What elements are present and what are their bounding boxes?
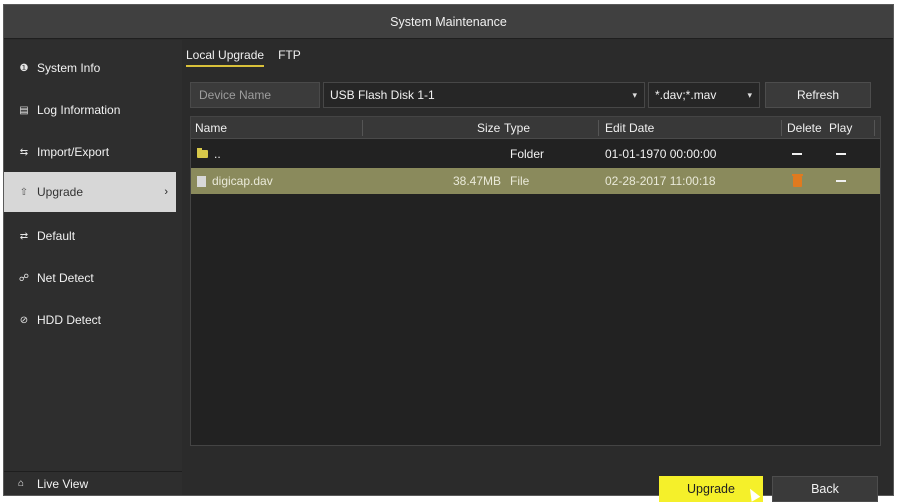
row-name-cell: digicap.dav xyxy=(197,168,273,194)
sidebar-item-upgrade[interactable]: ⇧ Upgrade › xyxy=(4,172,176,212)
device-name-value: USB Flash Disk 1-1 xyxy=(330,88,435,102)
sidebar-item-label: Log Information xyxy=(37,103,121,117)
main-panel: Local Upgrade FTP Device Name USB Flash … xyxy=(182,40,893,502)
chevron-down-icon: ▾ xyxy=(747,89,752,100)
sidebar-item-import-export[interactable]: ⇆ Import/Export xyxy=(4,132,176,172)
column-divider xyxy=(362,120,363,136)
tab-ftp[interactable]: FTP xyxy=(278,48,301,67)
trash-icon xyxy=(792,173,803,187)
row-type: File xyxy=(510,174,530,188)
chevron-right-icon: › xyxy=(164,186,168,198)
column-divider xyxy=(598,120,599,136)
device-controls: Device Name USB Flash Disk 1-1 ▾ *.dav;*… xyxy=(190,82,878,108)
column-header-play[interactable]: Play xyxy=(829,117,852,139)
sidebar-item-log-information[interactable]: ▤ Log Information xyxy=(4,90,176,130)
column-divider xyxy=(874,120,875,136)
hdd-detect-icon: ⊘ xyxy=(19,314,29,326)
sidebar-item-default[interactable]: ⇄ Default xyxy=(4,216,176,256)
sidebar-item-label: Import/Export xyxy=(37,145,110,159)
file-list[interactable]: Name Size Type Edit Date Delete Play .. … xyxy=(190,116,881,446)
column-header-delete[interactable]: Delete xyxy=(787,117,822,139)
column-divider xyxy=(781,120,782,136)
sidebar-item-label: HDD Detect xyxy=(37,313,102,327)
upgrade-icon: ⇧ xyxy=(19,186,29,198)
row-name: .. xyxy=(214,147,221,161)
back-button[interactable]: Back xyxy=(772,476,878,502)
file-list-header: Name Size Type Edit Date Delete Play xyxy=(191,117,880,139)
row-type: Folder xyxy=(510,147,545,161)
row-edit-date: 02-28-2017 11:00:18 xyxy=(605,174,716,188)
column-header-type[interactable]: Type xyxy=(504,117,530,139)
log-icon: ▤ xyxy=(19,104,29,116)
row-size xyxy=(441,141,501,167)
sidebar-item-net-detect[interactable]: ☍ Net Detect xyxy=(4,258,176,298)
row-size: 38.47MB xyxy=(452,174,501,188)
sidebar-item-hdd-detect[interactable]: ⊘ HDD Detect xyxy=(4,300,176,340)
refresh-button[interactable]: Refresh xyxy=(765,82,871,108)
row-name-cell: .. xyxy=(197,141,221,167)
system-maintenance-window: System Maintenance ❶ System Info ▤ Log I… xyxy=(3,4,894,502)
home-icon: ⌂ xyxy=(18,478,25,489)
table-row[interactable]: .. Folder 01-01-1970 00:00:00 xyxy=(191,141,880,167)
live-view-label: Live View xyxy=(37,476,89,491)
import-export-icon: ⇆ xyxy=(19,146,29,158)
file-filter-value: *.dav;*.mav xyxy=(655,88,717,102)
column-header-name[interactable]: Name xyxy=(195,117,227,139)
column-header-size[interactable]: Size xyxy=(477,117,500,139)
file-filter-select[interactable]: *.dav;*.mav ▾ xyxy=(648,82,760,108)
device-name-label: Device Name xyxy=(190,82,320,108)
column-header-edit-date[interactable]: Edit Date xyxy=(605,117,654,139)
info-icon: ❶ xyxy=(19,62,29,74)
window-title: System Maintenance xyxy=(4,5,893,39)
default-icon: ⇄ xyxy=(19,230,29,242)
file-icon xyxy=(197,175,206,187)
sidebar-item-system-info[interactable]: ❶ System Info xyxy=(4,48,176,88)
delete-disabled-indicator xyxy=(792,141,802,167)
delete-file-button[interactable] xyxy=(792,168,803,194)
row-edit-date: 01-01-1970 00:00:00 xyxy=(605,147,717,161)
live-view-button[interactable]: ⌂ Live View xyxy=(4,471,182,495)
sidebar-item-label: Default xyxy=(37,229,76,243)
sidebar-item-label: Net Detect xyxy=(37,271,94,285)
play-disabled-indicator xyxy=(836,168,846,194)
play-disabled-indicator xyxy=(836,141,846,167)
chevron-down-icon: ▾ xyxy=(632,89,637,100)
net-detect-icon: ☍ xyxy=(18,272,30,284)
table-row[interactable]: digicap.dav 38.47MB File 02-28-2017 11:0… xyxy=(191,168,880,194)
row-name: digicap.dav xyxy=(212,174,273,188)
tab-bar: Local Upgrade FTP xyxy=(186,48,301,67)
tab-local-upgrade[interactable]: Local Upgrade xyxy=(186,48,265,67)
sidebar: ❶ System Info ▤ Log Information ⇆ Import… xyxy=(4,40,182,495)
folder-icon xyxy=(197,148,208,158)
sidebar-item-label: Upgrade xyxy=(37,185,84,199)
device-name-select[interactable]: USB Flash Disk 1-1 ▾ xyxy=(323,82,645,108)
sidebar-item-label: System Info xyxy=(37,61,101,75)
